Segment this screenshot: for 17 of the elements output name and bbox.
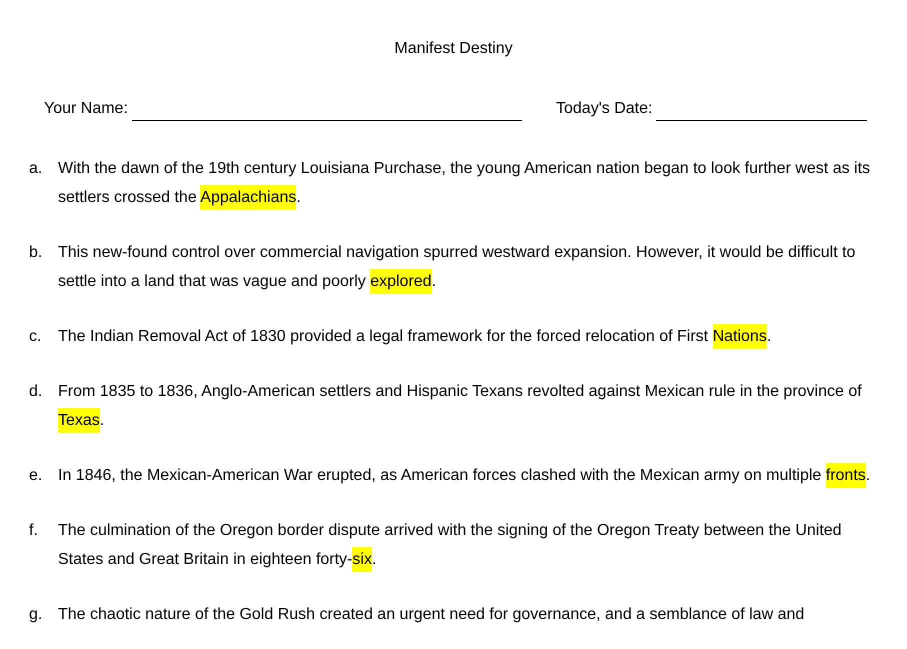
- question-text: The culmination of the Oregon border dispute arrived with the signing of the Oregon Treaty between the United States and Great Britain in eighteen forty-six.: [58, 516, 871, 574]
- list-letter: c.: [29, 327, 42, 347]
- question-text: With the dawn of the 19th century Louisiana Purchase, the young American nation began to look further west as its settlers crossed the Appalachians.: [58, 154, 871, 212]
- question-text: In 1846, the Mexican-American War erupted, as American forces clashed with the Mexican army on multiple fronts.: [58, 461, 871, 490]
- question-text: The chaotic nature of the Gold Rush created an urgent need for governance, and a semblance of law and: [58, 605, 806, 625]
- document-title: Manifest Destiny: [393, 39, 514, 59]
- list-letter: d.: [29, 382, 44, 402]
- list-letter: b.: [29, 243, 44, 263]
- question-text: The Indian Removal Act of 1830 provided a legal framework for the forced relocation of First Nations.: [58, 322, 871, 351]
- question-text: From 1835 to 1836, Anglo-American settlers and Hispanic Texans revolted against Mexican rule in the province of Texas.: [58, 377, 871, 435]
- question-text: This new-found control over commercial navigation spurred westward expansion. However, it would be difficult to settle into a land that was vague and poorly explored.: [58, 238, 871, 296]
- list-letter: f.: [29, 521, 39, 541]
- field-label: Today's Date:: [556, 99, 652, 119]
- list-letter: g.: [29, 605, 44, 625]
- list-letter: e.: [29, 466, 44, 486]
- field-label: Your Name:: [44, 99, 128, 119]
- list-letter: a.: [29, 159, 44, 179]
